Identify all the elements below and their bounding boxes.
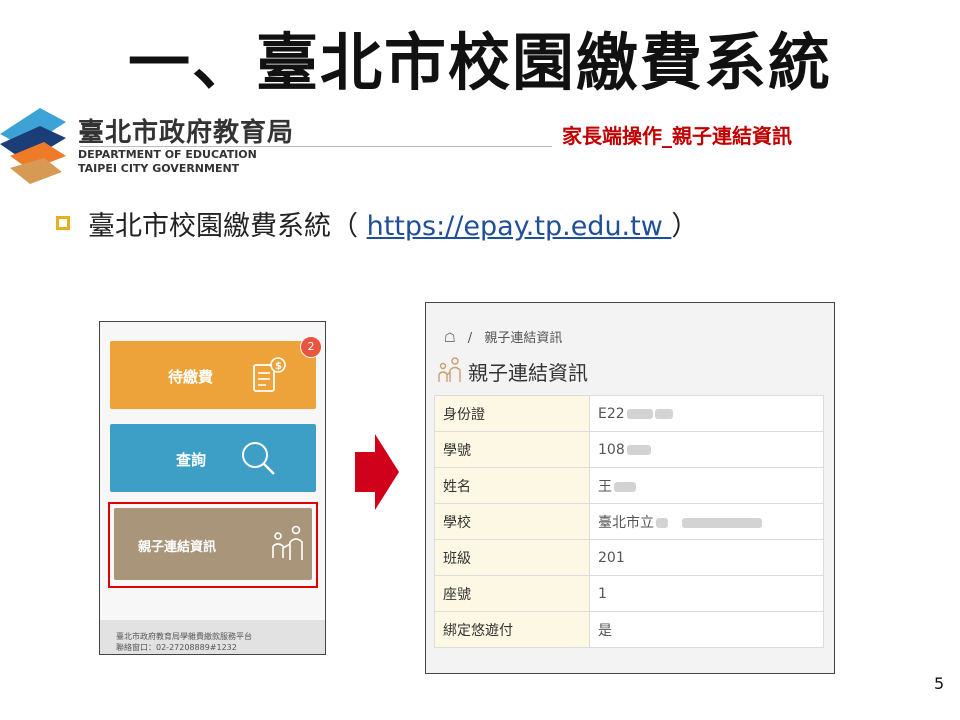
pending-payment-button[interactable]: 待繳費 $	[110, 341, 316, 409]
bullet-suffix: ）	[671, 211, 699, 242]
org-name-cn: 臺北市政府教育局	[78, 118, 295, 148]
bullet-text: 臺北市校園繳費系統（ https://epay.tp.edu.tw ）	[88, 204, 698, 243]
home-icon[interactable]: ☖	[444, 331, 456, 346]
row-value: 是	[589, 611, 824, 648]
parent-child-icon	[438, 357, 461, 382]
redaction-blur	[682, 517, 762, 528]
page-number: 5	[934, 674, 945, 693]
row-value: 臺北市立	[589, 503, 824, 540]
table-row: 身份證 E22	[434, 395, 824, 432]
parent-child-info-table: 身份證 E22 學號 108 姓名 王 學校 臺北市立 班級 201 座號 1 …	[434, 395, 824, 648]
search-icon	[242, 442, 275, 475]
pending-count-badge: 2	[300, 336, 322, 358]
row-key: 學校	[434, 503, 590, 540]
pending-payment-label: 待繳費	[168, 368, 214, 386]
org-name-en-1: DEPARTMENT OF EDUCATION	[78, 148, 257, 161]
breadcrumb-separator: /	[467, 331, 473, 346]
query-label: 查詢	[176, 451, 207, 469]
row-value-text: E22	[598, 405, 625, 422]
table-row: 座號 1	[434, 575, 824, 612]
education-department-logo	[0, 108, 66, 184]
redaction-blur	[626, 444, 651, 455]
breadcrumb: ☖ / 親子連結資訊	[444, 327, 562, 346]
header-divider	[80, 146, 552, 147]
page-title: 親子連結資訊	[468, 361, 588, 385]
right-arrow-icon	[355, 434, 399, 510]
redaction-blur	[654, 408, 673, 419]
bullet-prefix: 臺北市校園繳費系統（	[88, 211, 367, 242]
row-key: 姓名	[434, 467, 590, 504]
row-key: 綁定悠遊付	[434, 611, 590, 648]
epay-link[interactable]: https://epay.tp.edu.tw	[367, 211, 672, 242]
redaction-blur	[626, 408, 653, 419]
row-key: 座號	[434, 575, 590, 612]
table-row: 學號 108	[434, 431, 824, 468]
parent-child-link-label: 親子連結資訊	[138, 540, 217, 555]
slide-subtitle: 家長端操作_親子連結資訊	[562, 124, 792, 148]
svg-text:$: $	[275, 361, 282, 372]
footer-line-1: 臺北市政府教育局學雜費繳款服務平台	[116, 632, 252, 641]
row-value-text: 108	[598, 441, 625, 458]
row-value: 201	[589, 539, 824, 576]
detail-screen: ☖ / 親子連結資訊 親子連結資訊 身份證 E22 學號 108 姓名 王 學校…	[425, 302, 835, 674]
table-row: 學校 臺北市立	[434, 503, 824, 540]
org-name-en-2: TAIPEI CITY GOVERNMENT	[78, 162, 240, 175]
bill-icon: $	[253, 357, 286, 392]
breadcrumb-current: 親子連結資訊	[484, 331, 563, 346]
parent-child-link-button[interactable]: 親子連結資訊	[114, 508, 312, 580]
footer-line-2: 聯絡窗口：02-27208889#1232	[116, 643, 237, 652]
slide-title: 一、臺北市校園繳費系統	[127, 26, 832, 99]
row-value-text: 王	[598, 478, 612, 495]
table-row: 綁定悠遊付 是	[434, 611, 824, 648]
bullet-square-icon	[56, 216, 70, 230]
phone-footer: 臺北市政府教育局學雜費繳款服務平台 聯絡窗口：02-27208889#1232	[100, 620, 325, 654]
row-key: 班級	[434, 539, 590, 576]
row-value: 1	[589, 575, 824, 612]
parent-child-icon	[272, 525, 303, 560]
row-value: 王	[589, 467, 824, 504]
row-value-text: 臺北市立	[598, 514, 654, 531]
redaction-blur	[656, 517, 668, 528]
table-row: 班級 201	[434, 539, 824, 576]
row-value: E22	[589, 395, 824, 432]
redaction-blur	[614, 481, 636, 492]
phone-screen: 待繳費 $ 2 查詢 親子連結資訊 臺北市政府教育局學雜費繳款服務平台 聯絡窗口…	[99, 321, 326, 655]
row-value: 108	[589, 431, 824, 468]
row-key: 身份證	[434, 395, 590, 432]
table-row: 姓名 王	[434, 467, 824, 504]
row-key: 學號	[434, 431, 590, 468]
query-button[interactable]: 查詢	[110, 424, 316, 492]
